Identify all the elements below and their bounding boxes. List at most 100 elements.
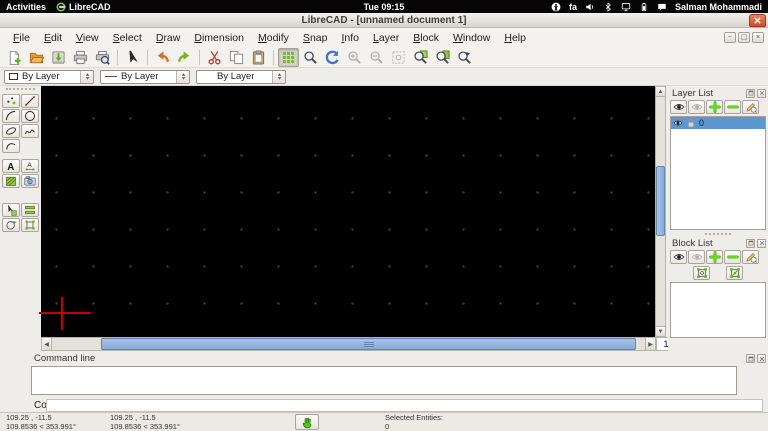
command-input[interactable] (46, 399, 763, 412)
image-tool-button[interactable] (21, 174, 39, 188)
layer-visibility-icon[interactable] (673, 118, 683, 128)
user-menu[interactable]: Salman Mohammadi (675, 2, 762, 12)
zoom-auto-button[interactable] (388, 48, 409, 67)
display-icon[interactable] (621, 2, 631, 12)
mdi-restore-button[interactable]: ▢ (738, 32, 750, 43)
app-menu[interactable]: LibreCAD (56, 2, 111, 12)
menu-modify[interactable]: Modify (251, 30, 296, 46)
battery-icon[interactable] (639, 2, 649, 12)
zoom-out-button[interactable] (366, 48, 387, 67)
zoom-window-button[interactable] (432, 48, 453, 67)
a11y-icon[interactable] (551, 2, 561, 12)
remove-block-button[interactable] (724, 250, 741, 264)
edit-layer-button[interactable] (742, 100, 759, 114)
explode-tool-button[interactable] (21, 218, 39, 232)
zoom-in-button[interactable] (344, 48, 365, 67)
menu-view[interactable]: View (69, 30, 106, 46)
circles-tool-button[interactable] (21, 109, 39, 123)
points-tool-button[interactable] (2, 94, 20, 108)
polylines-tool-button[interactable] (2, 139, 20, 153)
open-file-button[interactable] (26, 48, 47, 67)
horizontal-scrollbar[interactable]: ◀ ▶ (41, 337, 656, 351)
new-file-button[interactable] (4, 48, 25, 67)
close-dock-button[interactable] (757, 354, 766, 363)
print-button[interactable] (70, 48, 91, 67)
select-pointer-button[interactable] (122, 48, 143, 67)
zoom-previous-button[interactable] (410, 48, 431, 67)
scroll-right-button[interactable]: ▶ (645, 338, 655, 350)
order-tool-button[interactable] (2, 218, 20, 232)
hide-all-layers-button[interactable] (688, 100, 705, 114)
ellipses-tool-button[interactable] (2, 124, 20, 138)
window-title-bar[interactable]: LibreCAD - [unnamed document 1] (0, 13, 768, 28)
add-layer-button[interactable] (706, 100, 723, 114)
menu-select[interactable]: Select (106, 30, 149, 46)
select-tool-button[interactable] (2, 203, 20, 217)
zoom-button[interactable] (300, 48, 321, 67)
menu-info[interactable]: Info (334, 30, 366, 46)
copy-button[interactable] (226, 48, 247, 67)
activities-button[interactable]: Activities (6, 2, 46, 12)
menu-draw[interactable]: Draw (149, 30, 188, 46)
menu-file[interactable]: File (6, 30, 37, 46)
cut-button[interactable] (204, 48, 225, 67)
menu-help[interactable]: Help (497, 30, 533, 46)
spinner-arrows-icon[interactable] (176, 71, 189, 83)
drawing-canvas[interactable] (41, 86, 655, 337)
hatch-tool-button[interactable] (2, 174, 20, 188)
layer-row-selected[interactable]: 0 (671, 117, 765, 129)
modify-tool-button[interactable] (21, 203, 39, 217)
add-block-button[interactable] (706, 250, 723, 264)
insert-block-button[interactable] (726, 266, 743, 280)
arcs-tool-button[interactable] (2, 109, 20, 123)
mdi-minimize-button[interactable]: − (724, 32, 736, 43)
remove-layer-button[interactable] (724, 100, 741, 114)
menu-snap[interactable]: Snap (296, 30, 335, 46)
lines-tool-button[interactable] (21, 94, 39, 108)
text-tool-button[interactable]: A (2, 159, 20, 173)
undo-button[interactable] (152, 48, 173, 67)
edit-block-button[interactable] (742, 250, 759, 264)
scroll-down-button[interactable]: ▼ (656, 326, 665, 336)
float-dock-button[interactable] (746, 354, 755, 363)
horizontal-scrollbar-thumb[interactable] (101, 338, 636, 350)
mdi-close-button[interactable]: × (752, 32, 764, 43)
vertical-scrollbar-thumb[interactable] (656, 166, 665, 236)
save-file-button[interactable] (48, 48, 69, 67)
show-all-layers-button[interactable] (670, 100, 687, 114)
volume-icon[interactable] (585, 2, 595, 12)
scroll-up-button[interactable]: ▲ (656, 87, 665, 97)
redraw-button[interactable] (322, 48, 343, 67)
pen-style-select[interactable]: By Layer (196, 70, 286, 84)
chat-icon[interactable] (657, 2, 667, 12)
bluetooth-icon[interactable] (603, 2, 613, 12)
menu-block[interactable]: Block (406, 30, 446, 46)
pen-width-select[interactable]: By Layer (100, 70, 190, 84)
layer-lock-icon[interactable] (686, 118, 696, 128)
show-all-blocks-button[interactable] (670, 250, 687, 264)
command-history-area[interactable] (31, 366, 737, 395)
print-preview-button[interactable] (92, 48, 113, 67)
spinner-arrows-icon[interactable] (272, 71, 285, 83)
splines-tool-button[interactable] (21, 124, 39, 138)
dimensions-tool-button[interactable]: A (21, 159, 39, 173)
window-close-button[interactable] (749, 14, 766, 27)
redo-button[interactable] (174, 48, 195, 67)
float-dock-button[interactable] (746, 89, 755, 98)
menu-edit[interactable]: Edit (37, 30, 69, 46)
spinner-arrows-icon[interactable] (80, 71, 93, 83)
toolbar-drag-handle[interactable] (6, 88, 35, 93)
menu-layer[interactable]: Layer (366, 30, 406, 46)
select-action-button[interactable] (295, 414, 319, 430)
close-dock-button[interactable] (757, 89, 766, 98)
create-block-button[interactable] (693, 266, 710, 280)
close-dock-button[interactable] (757, 239, 766, 248)
hide-all-blocks-button[interactable] (688, 250, 705, 264)
vertical-scrollbar[interactable]: ▲ ▼ (655, 86, 666, 337)
scroll-left-button[interactable]: ◀ (42, 338, 52, 350)
float-dock-button[interactable] (746, 239, 755, 248)
paste-button[interactable] (248, 48, 269, 67)
zoom-pan-button[interactable] (454, 48, 475, 67)
menu-dimension[interactable]: Dimension (187, 30, 251, 46)
language-indicator[interactable]: fa (569, 2, 577, 12)
